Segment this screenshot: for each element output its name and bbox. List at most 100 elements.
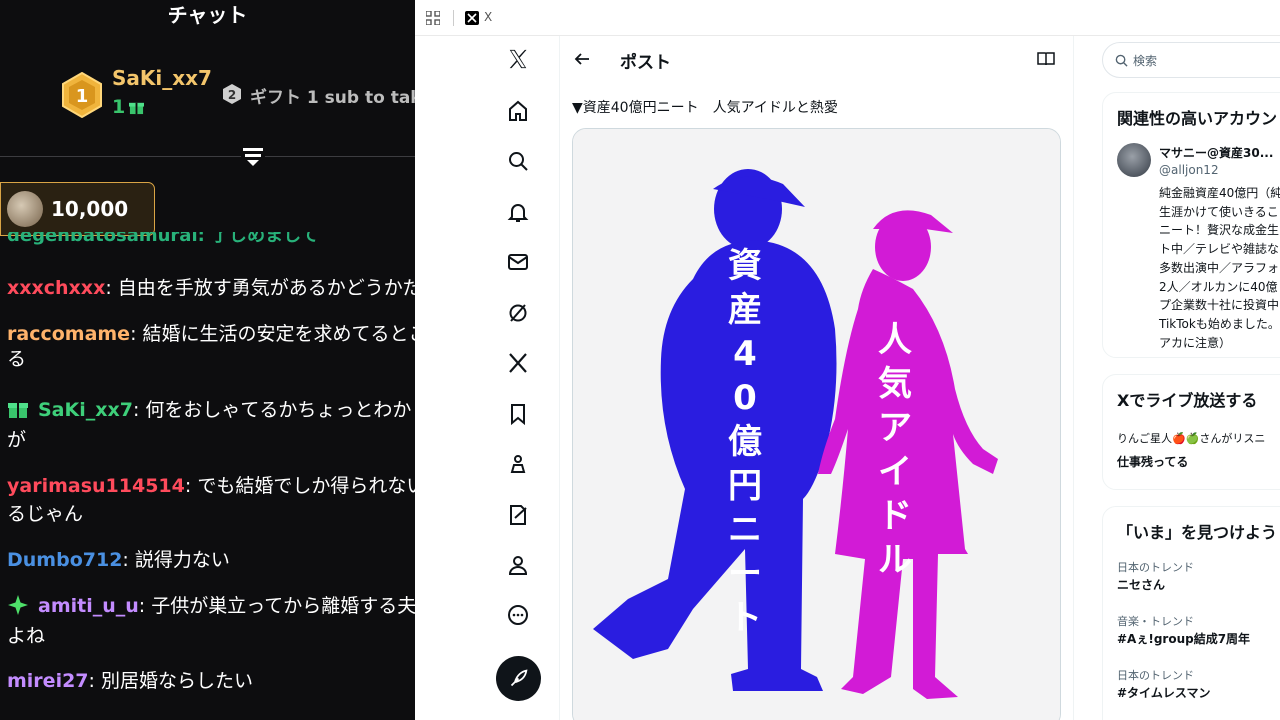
left-label: 資産40億円ニート — [728, 246, 762, 638]
account-avatar[interactable] — [1117, 143, 1151, 177]
bio-line: アカに注意） — [1159, 335, 1232, 350]
gift-badge-icon — [8, 403, 28, 418]
communities-icon[interactable] — [506, 452, 530, 476]
trends-card: 「いま」を見つけよう 日本のトレンド ニセさん 音楽・トレンド #Aぇ!grou… — [1102, 506, 1280, 720]
top-gifter-count: 1 — [112, 96, 145, 118]
reader-mode-icon[interactable] — [1037, 51, 1055, 67]
chat-username[interactable]: yarimasu114514 — [7, 475, 185, 497]
search-icon[interactable] — [506, 149, 530, 173]
chat-text: : 結婚に生活の安定を求めてるとこ — [130, 323, 415, 345]
right-sidebar: 検索 関連性の高いアカウン マサニー@資産30... @alljon12 純金融… — [1086, 36, 1280, 720]
account-bio: 純金融資産40億円（純 生涯かけて使いきるこ ニート！贅沢な成金生 ト中／テレビや雑誌… — [1159, 184, 1280, 352]
page-title: ポスト — [620, 53, 671, 73]
more-icon[interactable] — [506, 603, 530, 627]
label-char: ド — [878, 496, 912, 536]
label-char: 4 — [733, 334, 757, 374]
x-sidebar-nav — [415, 36, 559, 720]
post-image[interactable]: 資産40億円ニート 人気アイドル — [572, 128, 1061, 720]
live-topic[interactable]: 仕事残ってる — [1117, 453, 1188, 470]
profile-icon[interactable] — [506, 553, 530, 577]
chat-panel: チャット 1 SaKi_xx7 1 2 ギフト 1 sub to take 10… — [0, 0, 415, 720]
label-char: ル — [878, 540, 912, 580]
label-char: ト — [728, 598, 762, 638]
search-placeholder: 検索 — [1133, 54, 1158, 68]
x-logo-icon[interactable] — [507, 48, 529, 70]
chat-username[interactable]: raccomame — [7, 323, 130, 345]
post-column: ポスト ▼資産40億円ニート 人気アイドルと熱愛 資 産 4 0 億 円 ニ ー… — [559, 36, 1074, 720]
label-char: ニ — [728, 510, 762, 550]
tab-grid-icon[interactable] — [426, 11, 440, 25]
chat-username[interactable]: mirei27 — [7, 670, 89, 692]
live-card[interactable]: Xでライブ放送する りんご星人🍎🍏さんがリスニ 仕事残ってる — [1102, 374, 1280, 490]
trend-name[interactable]: #Aぇ!group結成7周年 — [1117, 630, 1250, 647]
silhouette-illustration: 資産40億円ニート 人気アイドル — [573, 129, 1060, 720]
label-char: 人 — [878, 320, 912, 360]
browser-tab-bar: X — [415, 0, 1280, 36]
bio-line: 多数出演中／アラフォ — [1159, 260, 1280, 275]
back-arrow-icon[interactable] — [573, 50, 591, 68]
chat-text: : 子供が巣立ってから離婚する夫 — [138, 595, 415, 617]
bio-line: プ企業数十社に投資中 — [1159, 298, 1280, 313]
chat-username[interactable]: amiti_u_u — [38, 595, 139, 617]
live-title: Xでライブ放送する — [1117, 391, 1258, 410]
chat-text-continuation: が — [7, 429, 27, 451]
label-char: 産 — [728, 290, 762, 330]
compose-button[interactable] — [496, 656, 541, 701]
label-char: 円 — [728, 466, 762, 506]
chat-message: xxxchxxx: 自由を手放す勇気があるかどうかだ — [7, 275, 415, 301]
grok-icon[interactable] — [506, 301, 530, 325]
bell-icon[interactable] — [506, 200, 530, 224]
bio-line: ニート！贅沢な成金生 — [1159, 223, 1280, 238]
live-listener[interactable]: りんご星人🍎🍏さんがリスニ — [1117, 430, 1265, 446]
label-char: 0 — [733, 378, 757, 418]
chat-title: チャット — [167, 3, 248, 27]
home-icon[interactable] — [506, 99, 530, 123]
verified-orgs-icon[interactable] — [506, 503, 530, 527]
top-gifter-name[interactable]: SaKi_xx7 — [112, 66, 212, 90]
chat-text: : でも結婚でしか得られないも — [184, 475, 415, 497]
search-input[interactable]: 検索 — [1102, 42, 1280, 78]
label-char: ー — [728, 554, 762, 594]
gift-promo-text[interactable]: ギフト 1 sub to take — [250, 83, 415, 108]
x-premium-icon[interactable] — [506, 351, 530, 375]
account-handle[interactable]: @alljon12 — [1159, 163, 1219, 177]
rank-2-badge-icon: 2 — [223, 84, 241, 104]
label-char: 億 — [728, 422, 762, 462]
chat-text: : 別居婚ならしたい — [88, 670, 253, 692]
tab-label[interactable]: X — [484, 10, 492, 24]
mail-icon[interactable] — [506, 250, 530, 274]
chat-username[interactable]: xxxchxxx — [7, 277, 105, 299]
chat-username[interactable]: SaKi_xx7 — [38, 399, 133, 421]
chat-text: : 説得力ない — [122, 549, 230, 571]
chat-message: amiti_u_u: 子供が巣立ってから離婚する夫 — [7, 593, 415, 619]
account-name[interactable]: マサニー@資産30... — [1159, 144, 1273, 161]
chat-message: raccomame: 結婚に生活の安定を求めてるとこ — [7, 321, 415, 347]
chat-text: : 何をおしゃてるかちょっとわか — [132, 399, 412, 421]
chat-username[interactable]: Dumbo712 — [7, 549, 122, 571]
chat-message: yarimasu114514: でも結婚でしか得られないも — [7, 473, 415, 499]
trend-name[interactable]: ニセさん — [1117, 576, 1165, 593]
rank-1-badge-icon: 1 — [62, 72, 102, 118]
label-char: イ — [878, 452, 912, 492]
bookmark-icon[interactable] — [506, 402, 530, 426]
top-gifter-count-value: 1 — [112, 96, 126, 118]
trend-category: 日本のトレンド — [1117, 669, 1194, 682]
gift-icon — [129, 102, 145, 115]
label-char: 資 — [728, 246, 762, 286]
x-favicon-icon — [465, 11, 479, 25]
label-char: ア — [878, 408, 912, 448]
search-field-icon — [1115, 54, 1128, 67]
donation-pin[interactable]: 10,000 — [0, 182, 155, 236]
bio-line: ト中／テレビや雑誌な — [1159, 242, 1280, 257]
sparkle-badge-icon — [8, 595, 28, 615]
label-char: 気 — [878, 364, 912, 404]
chat-message: Dumbo712: 説得力ない — [7, 547, 415, 573]
tab-separator — [453, 10, 454, 26]
chat-divider — [0, 156, 415, 157]
bio-line: 2人／オルカンに40億 — [1159, 279, 1278, 294]
chat-message: SaKi_xx7: 何をおしゃてるかちょっとわか — [7, 397, 415, 423]
browser-window: X ポスト ▼資産40億円ニート 人気アイドルと熱愛 資 産 4 0 億 円 ニ… — [415, 0, 1280, 720]
collapse-icon[interactable] — [241, 144, 265, 168]
post-text: ▼資産40億円ニート 人気アイドルと熱愛 — [572, 100, 838, 116]
trend-name[interactable]: #タイムレスマン — [1117, 684, 1210, 701]
